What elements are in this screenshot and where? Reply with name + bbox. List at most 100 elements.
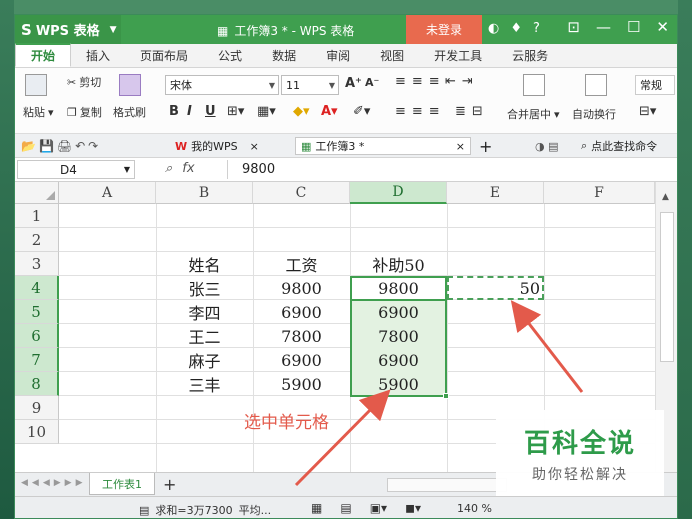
cell-b3[interactable]: 姓名 bbox=[156, 252, 253, 276]
cell-c4[interactable]: 9800 bbox=[253, 276, 350, 300]
shirt-icon[interactable]: ♦ bbox=[510, 21, 522, 36]
scroll-thumb[interactable] bbox=[660, 212, 674, 362]
row-header-2[interactable]: 2 bbox=[15, 228, 59, 252]
tab-view[interactable]: 视图 bbox=[365, 43, 419, 67]
cell-d7[interactable]: 6900 bbox=[350, 348, 447, 372]
tab-page-layout[interactable]: 页面布局 bbox=[125, 43, 203, 67]
merge-center-button[interactable]: 合并居中 ▾ bbox=[507, 106, 560, 122]
tab-cloud[interactable]: 云服务 bbox=[497, 43, 563, 67]
zoom-search-icon[interactable]: ⌕ bbox=[165, 161, 172, 176]
tab-formulas[interactable]: 公式 bbox=[203, 43, 257, 67]
close-icon[interactable]: × bbox=[456, 140, 465, 153]
close-icon[interactable]: × bbox=[250, 140, 259, 153]
row-header-7[interactable]: 7 bbox=[15, 348, 59, 372]
font-color-icon[interactable]: A▾ bbox=[321, 104, 338, 119]
restore-icon[interactable]: ⊡ bbox=[567, 18, 580, 36]
row-header-1[interactable]: 1 bbox=[15, 204, 59, 228]
column-header-a[interactable]: A bbox=[59, 182, 156, 204]
fill-color-icon[interactable]: ◆▾ bbox=[293, 104, 310, 119]
cell-d8[interactable]: 5900 bbox=[350, 372, 447, 396]
font-size-select[interactable]: 11 ▼ bbox=[281, 75, 339, 95]
cell-b4[interactable]: 张三 bbox=[156, 276, 253, 300]
underline-button[interactable]: U bbox=[205, 104, 216, 119]
scroll-up-icon[interactable]: ▲ bbox=[662, 192, 669, 202]
tab-data[interactable]: 数据 bbox=[257, 43, 311, 67]
paste-button[interactable]: 粘贴 ▾ bbox=[23, 104, 54, 120]
tab-insert[interactable]: 插入 bbox=[71, 43, 125, 67]
merge-center-icon[interactable] bbox=[523, 74, 545, 96]
cell-c8[interactable]: 5900 bbox=[253, 372, 350, 396]
font-name-select[interactable]: 宋体 ▼ bbox=[165, 75, 279, 95]
cell-e4[interactable]: 50 bbox=[447, 276, 540, 300]
cell-b7[interactable]: 麻子 bbox=[156, 348, 253, 372]
increase-font-icon[interactable]: A⁺ bbox=[345, 76, 362, 91]
sheet-nav-icons[interactable]: ◀◀◀▶▶▶ bbox=[21, 478, 87, 488]
row-header-3[interactable]: 3 bbox=[15, 252, 59, 276]
cell-d5[interactable]: 6900 bbox=[350, 300, 447, 324]
format-painter-icon[interactable] bbox=[119, 74, 141, 96]
row-header-8[interactable]: 8 bbox=[15, 372, 59, 396]
cell-c5[interactable]: 6900 bbox=[253, 300, 350, 324]
page-break-view-icon[interactable]: ▤ bbox=[340, 501, 351, 515]
tab-developer[interactable]: 开发工具 bbox=[419, 43, 497, 67]
tab-workbook3[interactable]: ▦ 工作簿3 * × bbox=[295, 137, 471, 155]
cell-b8[interactable]: 三丰 bbox=[156, 372, 253, 396]
fx-button[interactable]: fx bbox=[182, 161, 194, 176]
cell-b6[interactable]: 王二 bbox=[156, 324, 253, 348]
formula-input[interactable]: 9800 bbox=[227, 160, 677, 179]
cell-d6[interactable]: 7800 bbox=[350, 324, 447, 348]
normal-view-icon[interactable]: ▦ bbox=[311, 501, 322, 515]
maximize-icon[interactable]: ☐ bbox=[627, 18, 640, 36]
close-icon[interactable]: ✕ bbox=[656, 18, 669, 36]
cell-d4[interactable]: 9800 bbox=[350, 276, 447, 300]
number-format-select[interactable]: 常规 bbox=[635, 75, 675, 95]
bold-button[interactable]: B bbox=[169, 104, 179, 119]
row-header-5[interactable]: 5 bbox=[15, 300, 59, 324]
vertical-align-icons[interactable]: ≡≡≡ bbox=[395, 74, 446, 89]
clear-format-icon[interactable]: ✐▾ bbox=[353, 104, 370, 119]
status-average[interactable]: 平均... bbox=[239, 502, 272, 518]
wrap-text-icon[interactable] bbox=[585, 74, 607, 96]
sheet-tab-1[interactable]: 工作表1 bbox=[89, 473, 155, 495]
minimize-icon[interactable]: — bbox=[596, 18, 611, 36]
column-header-f[interactable]: F bbox=[544, 182, 655, 204]
skin-icon[interactable]: ◐ bbox=[488, 21, 499, 36]
paste-icon[interactable] bbox=[25, 74, 47, 96]
horizontal-scrollbar[interactable] bbox=[387, 478, 507, 492]
cell-c7[interactable]: 6900 bbox=[253, 348, 350, 372]
name-box[interactable]: D4 ▼ bbox=[17, 160, 135, 179]
horizontal-align-icons[interactable]: ≡≡≡ bbox=[395, 104, 446, 119]
copy-button[interactable]: ❐ 复制 bbox=[67, 104, 102, 120]
border-icon[interactable]: ⊞▾ bbox=[227, 104, 244, 119]
tab-review[interactable]: 审阅 bbox=[311, 43, 365, 67]
column-header-b[interactable]: B bbox=[156, 182, 253, 204]
cell-style-icon[interactable]: ▦▾ bbox=[257, 104, 276, 119]
italic-button[interactable]: I bbox=[187, 104, 192, 119]
cell-b5[interactable]: 李四 bbox=[156, 300, 253, 324]
format-painter-button[interactable]: 格式刷 bbox=[113, 104, 146, 120]
new-tab-button[interactable]: + bbox=[479, 137, 492, 156]
currency-icon[interactable]: ⊟▾ bbox=[639, 104, 656, 119]
app-menu-button[interactable]: S WPS 表格 ▼ bbox=[15, 15, 121, 44]
row-header-6[interactable]: 6 bbox=[15, 324, 59, 348]
cut-button[interactable]: ✂ 剪切 bbox=[67, 74, 101, 90]
zoom-level[interactable]: 140 % bbox=[457, 502, 492, 515]
tab-my-wps[interactable]: W 我的WPS × bbox=[175, 137, 259, 155]
cell-c6[interactable]: 7800 bbox=[253, 324, 350, 348]
row-header-4[interactable]: 4 bbox=[15, 276, 59, 300]
indent-icons[interactable]: ⇤⇥ bbox=[445, 74, 479, 89]
reading-view-icon[interactable]: ◼▾ bbox=[405, 501, 421, 515]
row-header-9[interactable]: 9 bbox=[15, 396, 59, 420]
cell-d3[interactable]: 补助50 bbox=[350, 252, 447, 276]
column-header-e[interactable]: E bbox=[447, 182, 544, 204]
quick-access-icons[interactable]: 📂💾🖨↶↷ bbox=[21, 137, 101, 155]
select-all-button[interactable] bbox=[15, 182, 59, 204]
wrap-text-button[interactable]: 自动换行 bbox=[572, 106, 616, 122]
page-layout-view-icon[interactable]: ▣▾ bbox=[370, 501, 387, 515]
column-header-d[interactable]: D bbox=[350, 182, 447, 204]
help-button[interactable]: ? bbox=[533, 21, 540, 36]
command-search[interactable]: ⌕ 点此查找命令 bbox=[581, 137, 657, 155]
decrease-font-icon[interactable]: A⁻ bbox=[365, 76, 379, 89]
distribute-icons[interactable]: ≣⊟ bbox=[455, 104, 489, 119]
login-button[interactable]: 未登录 bbox=[406, 15, 482, 44]
